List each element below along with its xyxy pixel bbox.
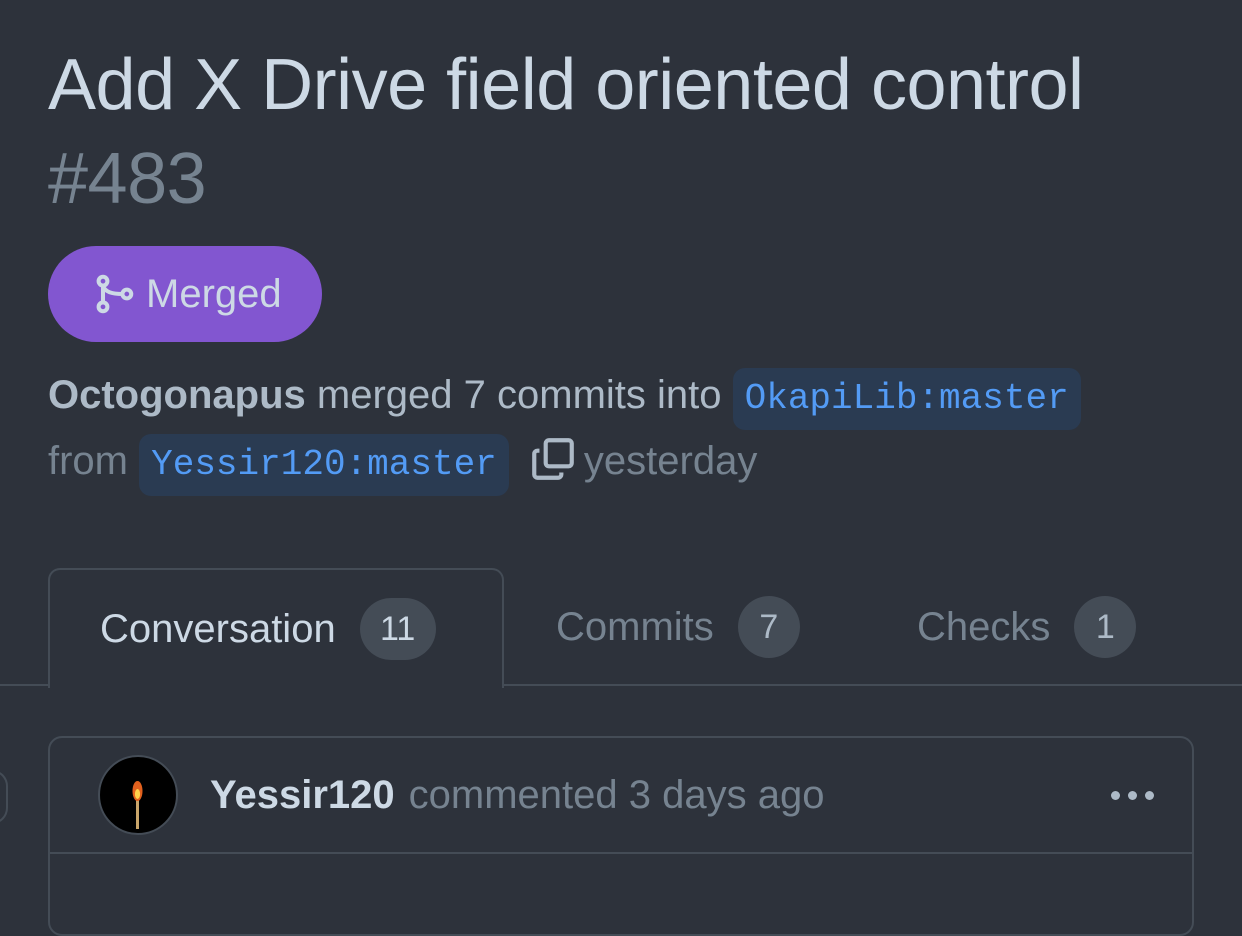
tab-label: Commits	[556, 604, 714, 649]
comment-header: Yessir120 commented 3 days ago	[50, 738, 1192, 854]
tab-label: Conversation	[100, 606, 336, 651]
tab-label: Checks	[917, 604, 1051, 649]
tab-conversation[interactable]: Conversation 11	[48, 568, 504, 688]
merge-time: yesterday	[583, 439, 758, 483]
git-merge-icon	[96, 274, 134, 314]
kebab-horizontal-icon[interactable]	[1102, 768, 1162, 822]
pr-merge-summary: Octogonapus merged 7 commits into OkapiL…	[48, 364, 1208, 496]
merged-text: merged 7 commits into	[316, 373, 722, 417]
copy-icon[interactable]	[528, 434, 578, 484]
status-label: Merged	[146, 271, 282, 316]
tab-commits[interactable]: Commits 7	[556, 568, 800, 686]
comment-author[interactable]: Yessir120	[210, 773, 395, 818]
pr-number: #483	[48, 139, 207, 219]
tab-count-badge: 11	[359, 598, 436, 660]
match-flame-avatar	[132, 781, 143, 829]
timeline-edge	[0, 770, 8, 824]
dot	[1110, 790, 1120, 800]
dot	[1144, 790, 1154, 800]
tab-count-badge: 7	[737, 596, 800, 658]
head-branch-label[interactable]: Yessir120:master	[139, 434, 509, 496]
comment-card: Yessir120 commented 3 days ago	[48, 736, 1194, 936]
avatar[interactable]	[98, 755, 178, 835]
base-branch-label[interactable]: OkapiLib:master	[732, 368, 1081, 430]
merger-username[interactable]: Octogonapus	[48, 373, 306, 417]
tab-checks[interactable]: Checks 1	[917, 568, 1137, 686]
tab-count-badge: 1	[1074, 596, 1137, 658]
dot	[1127, 790, 1137, 800]
comment-timestamp: commented 3 days ago	[408, 772, 825, 817]
merged-status-badge: Merged	[48, 246, 322, 342]
pr-title: Add X Drive field oriented control #483	[48, 38, 1208, 226]
from-text: from	[48, 439, 128, 483]
pr-title-text: Add X Drive field oriented control	[48, 45, 1084, 125]
